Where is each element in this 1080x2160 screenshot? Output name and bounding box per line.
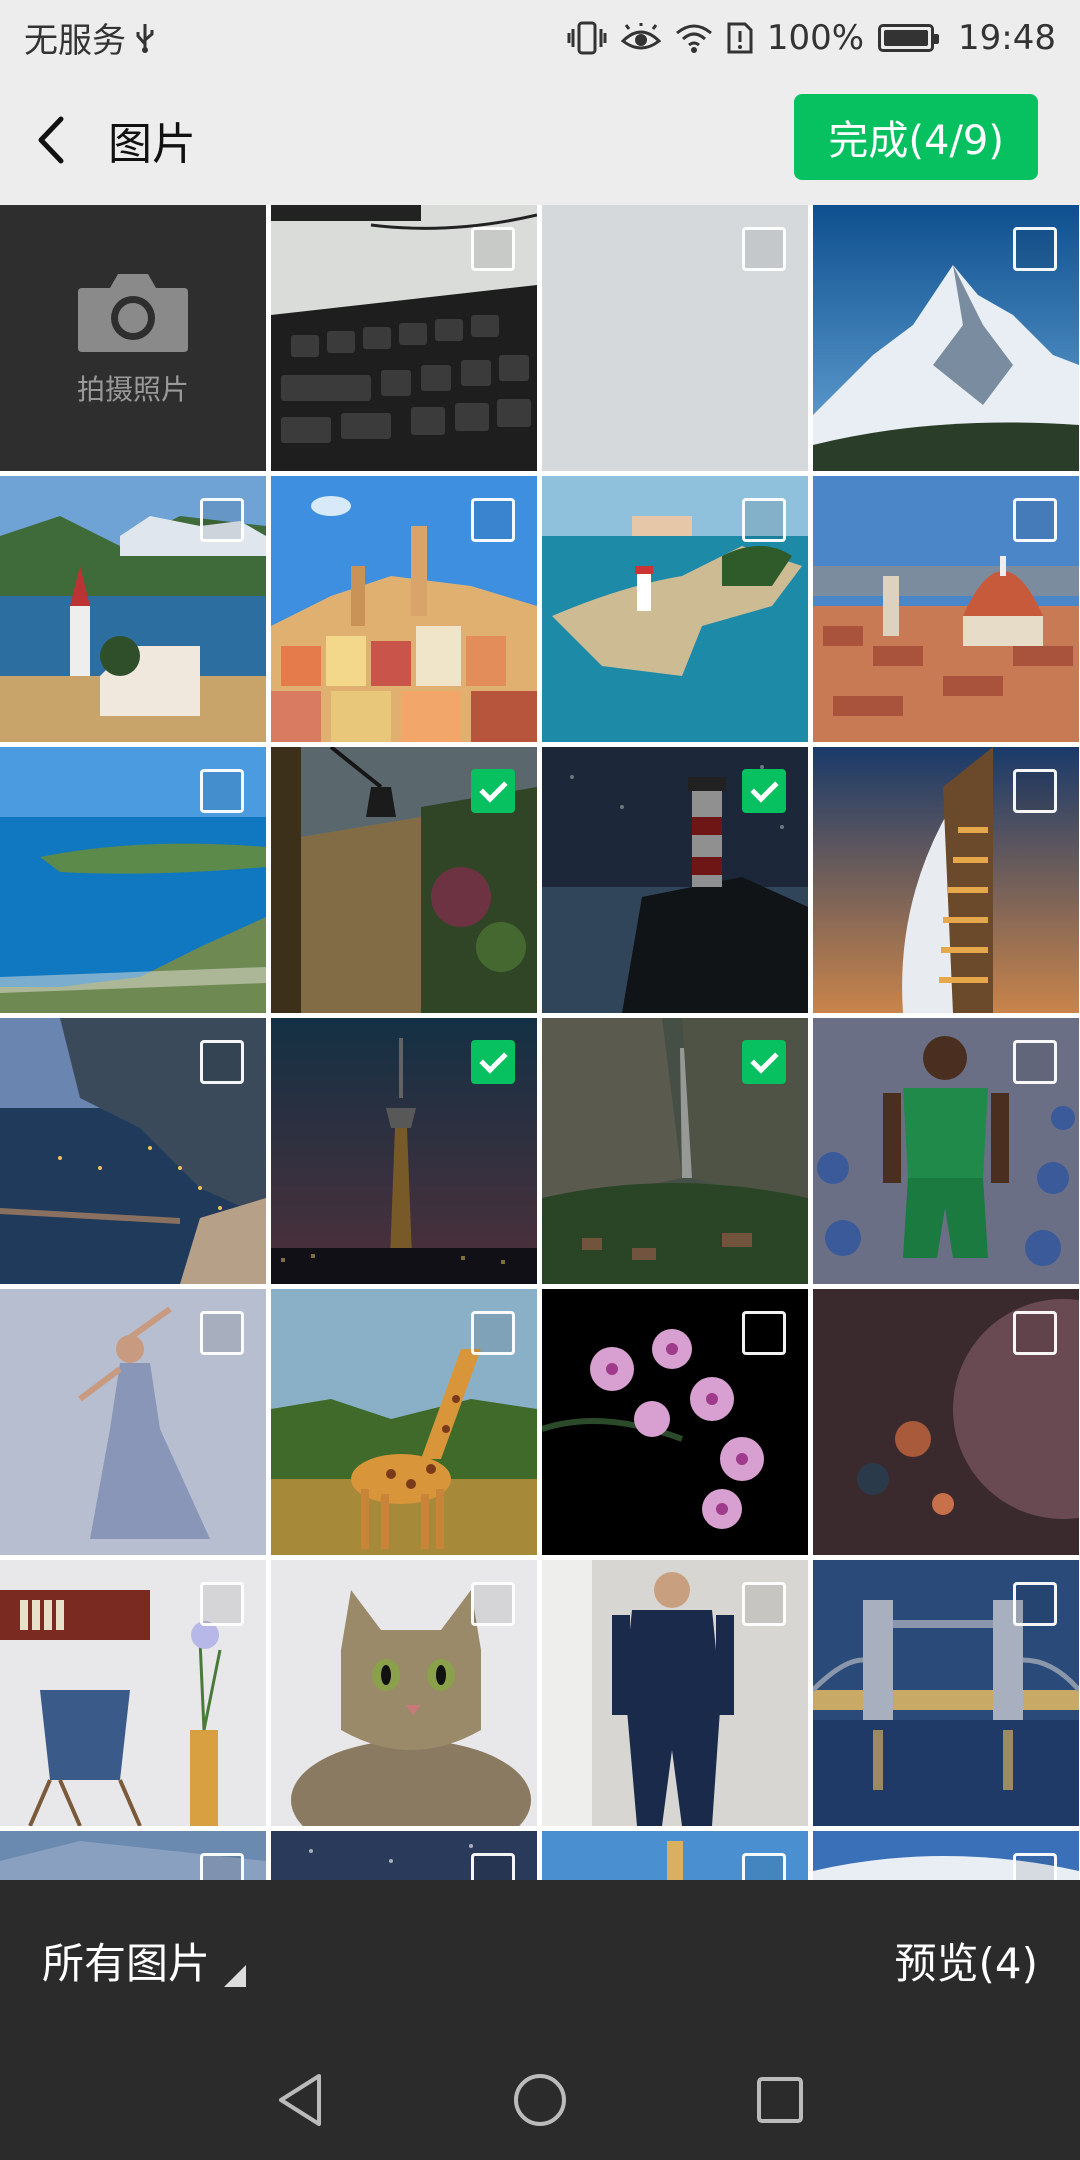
photo-tile[interactable] <box>542 1018 808 1284</box>
select-checkbox[interactable] <box>1013 1853 1057 1880</box>
photo-tile[interactable] <box>271 1289 537 1555</box>
wifi-icon <box>675 23 713 53</box>
select-checkbox[interactable] <box>742 1582 786 1626</box>
select-checkbox[interactable] <box>200 1853 244 1880</box>
select-checkbox[interactable] <box>200 498 244 542</box>
vibrate-icon <box>567 21 607 55</box>
photo-tile[interactable] <box>542 205 808 471</box>
battery-icon <box>878 23 940 52</box>
page-title: 图片 <box>108 119 196 170</box>
camera-icon <box>78 274 188 352</box>
nav-home-button[interactable] <box>505 2065 575 2135</box>
photo-tile[interactable] <box>271 747 537 1013</box>
photo-tile[interactable] <box>271 1560 537 1826</box>
select-checkbox[interactable] <box>742 769 786 813</box>
dropdown-triangle-icon <box>224 1964 247 1987</box>
select-checkbox[interactable] <box>742 227 786 271</box>
photo-tile[interactable] <box>0 1018 266 1284</box>
recents-square-icon <box>757 2077 803 2123</box>
photo-tile[interactable] <box>813 1831 1079 1880</box>
status-bar: 无服务 100% 19:48 <box>0 0 1080 75</box>
select-checkbox[interactable] <box>1013 498 1057 542</box>
select-checkbox[interactable] <box>471 1853 515 1880</box>
select-checkbox[interactable] <box>200 1040 244 1084</box>
photo-tile[interactable] <box>271 476 537 742</box>
done-button[interactable]: 完成(4/9) <box>794 94 1038 180</box>
clock-time: 19:48 <box>958 17 1056 58</box>
photo-tile[interactable] <box>813 747 1079 1013</box>
take-photo-tile[interactable]: 拍摄照片 <box>0 205 266 471</box>
eye-comfort-icon <box>620 22 661 53</box>
photo-tile[interactable] <box>271 1831 537 1880</box>
carrier-text: 无服务 <box>24 21 126 61</box>
photo-tile[interactable] <box>813 1289 1079 1555</box>
select-checkbox[interactable] <box>471 769 515 813</box>
album-selector[interactable]: 所有图片 <box>42 1930 247 1991</box>
photo-grid[interactable]: 拍摄照片 <box>0 205 1080 1880</box>
photo-tile[interactable] <box>0 747 266 1013</box>
preview-button[interactable]: 预览(4) <box>895 1930 1039 1991</box>
home-circle-icon <box>514 2074 566 2126</box>
system-nav-bar <box>0 2040 1080 2160</box>
select-checkbox[interactable] <box>1013 1582 1057 1626</box>
nav-recents-button[interactable] <box>745 2065 815 2135</box>
take-photo-label: 拍摄照片 <box>76 373 189 406</box>
select-checkbox[interactable] <box>200 1582 244 1626</box>
select-checkbox[interactable] <box>742 498 786 542</box>
select-checkbox[interactable] <box>1013 227 1057 271</box>
photo-tile[interactable] <box>0 1289 266 1555</box>
select-checkbox[interactable] <box>1013 1311 1057 1355</box>
photo-tile[interactable] <box>271 205 537 471</box>
status-right: 100% 19:48 <box>567 18 1056 58</box>
header: 图片 完成(4/9) <box>0 75 1080 205</box>
select-checkbox[interactable] <box>200 1311 244 1355</box>
photo-tile[interactable] <box>0 1831 266 1880</box>
photo-tile[interactable] <box>542 1289 808 1555</box>
back-triangle-icon <box>279 2074 321 2126</box>
photo-tile[interactable] <box>271 1018 537 1284</box>
select-checkbox[interactable] <box>742 1853 786 1880</box>
photo-tile[interactable] <box>813 1560 1079 1826</box>
select-checkbox[interactable] <box>471 227 515 271</box>
nav-back-button[interactable] <box>265 2065 335 2135</box>
back-button[interactable] <box>0 75 100 205</box>
photo-tile[interactable] <box>542 747 808 1013</box>
photo-tile[interactable] <box>542 1831 808 1880</box>
photo-tile[interactable] <box>813 205 1079 471</box>
select-checkbox[interactable] <box>471 1582 515 1626</box>
photo-tile[interactable] <box>813 476 1079 742</box>
photo-tile[interactable] <box>813 1018 1079 1284</box>
status-left: 无服务 <box>24 13 156 62</box>
usb-icon <box>134 22 156 54</box>
battery-percent: 100% <box>766 17 865 58</box>
select-checkbox[interactable] <box>742 1311 786 1355</box>
select-checkbox[interactable] <box>1013 769 1057 813</box>
bottom-toolbar: 所有图片 预览(4) <box>0 1880 1080 2040</box>
select-checkbox[interactable] <box>471 1311 515 1355</box>
select-checkbox[interactable] <box>1013 1040 1057 1084</box>
photo-tile[interactable] <box>0 476 266 742</box>
chevron-left-icon <box>38 116 64 164</box>
select-checkbox[interactable] <box>471 1040 515 1084</box>
select-checkbox[interactable] <box>742 1040 786 1084</box>
photo-tile[interactable] <box>542 1560 808 1826</box>
photo-tile[interactable] <box>542 476 808 742</box>
select-checkbox[interactable] <box>200 769 244 813</box>
sim-alert-icon <box>727 22 753 54</box>
photo-tile[interactable] <box>0 1560 266 1826</box>
select-checkbox[interactable] <box>471 498 515 542</box>
album-label: 所有图片 <box>42 1938 211 1988</box>
